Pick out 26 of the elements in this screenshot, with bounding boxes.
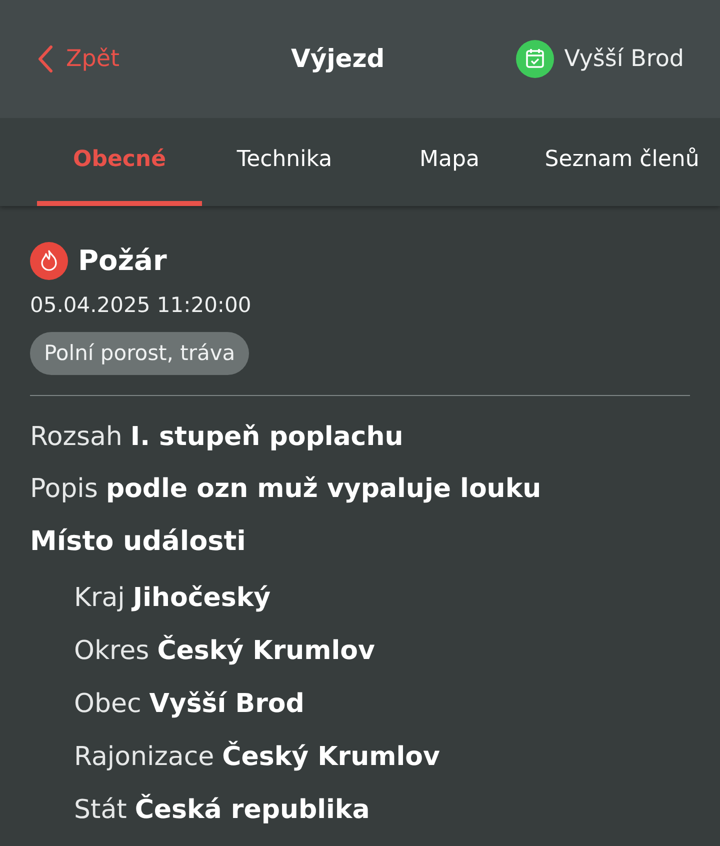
chevron-left-icon — [36, 45, 54, 73]
event-type: Požár — [78, 243, 167, 279]
tab[interactable]: Seznam členů — [532, 118, 712, 206]
field-value: Česká republika — [134, 792, 370, 826]
unit-selector[interactable]: Vyšší Brod — [516, 40, 684, 78]
field-label: Okres — [74, 634, 150, 668]
field-label: Popis — [30, 473, 98, 506]
category-tag: Polní porost, tráva — [30, 332, 250, 375]
field-label: Obec — [74, 688, 142, 720]
field-label: Rajonizace — [74, 740, 214, 774]
fire-icon — [30, 242, 68, 280]
field-label: Kraj — [74, 582, 125, 614]
tab[interactable]: Mapa — [367, 118, 532, 206]
event-datetime: 05.04.2025 11:20:00 — [30, 292, 252, 319]
field-label: Rozsah — [30, 421, 122, 454]
field-value: Český Krumlov — [157, 634, 375, 668]
tab[interactable]: Technika — [202, 118, 367, 206]
screen-title: Výjezd — [291, 43, 385, 76]
field-value: Jihočeský — [132, 582, 271, 614]
field-value: Vyšší Brod — [149, 688, 304, 720]
field-label: Stát — [74, 794, 127, 826]
field-value: podle ozn muž vypaluje louku — [106, 473, 542, 506]
field-value: Český Krumlov — [222, 740, 440, 774]
calendar-check-icon — [516, 40, 554, 78]
section-heading: Místo události — [30, 525, 247, 559]
field-value: I. stupeň poplachu — [130, 421, 404, 454]
